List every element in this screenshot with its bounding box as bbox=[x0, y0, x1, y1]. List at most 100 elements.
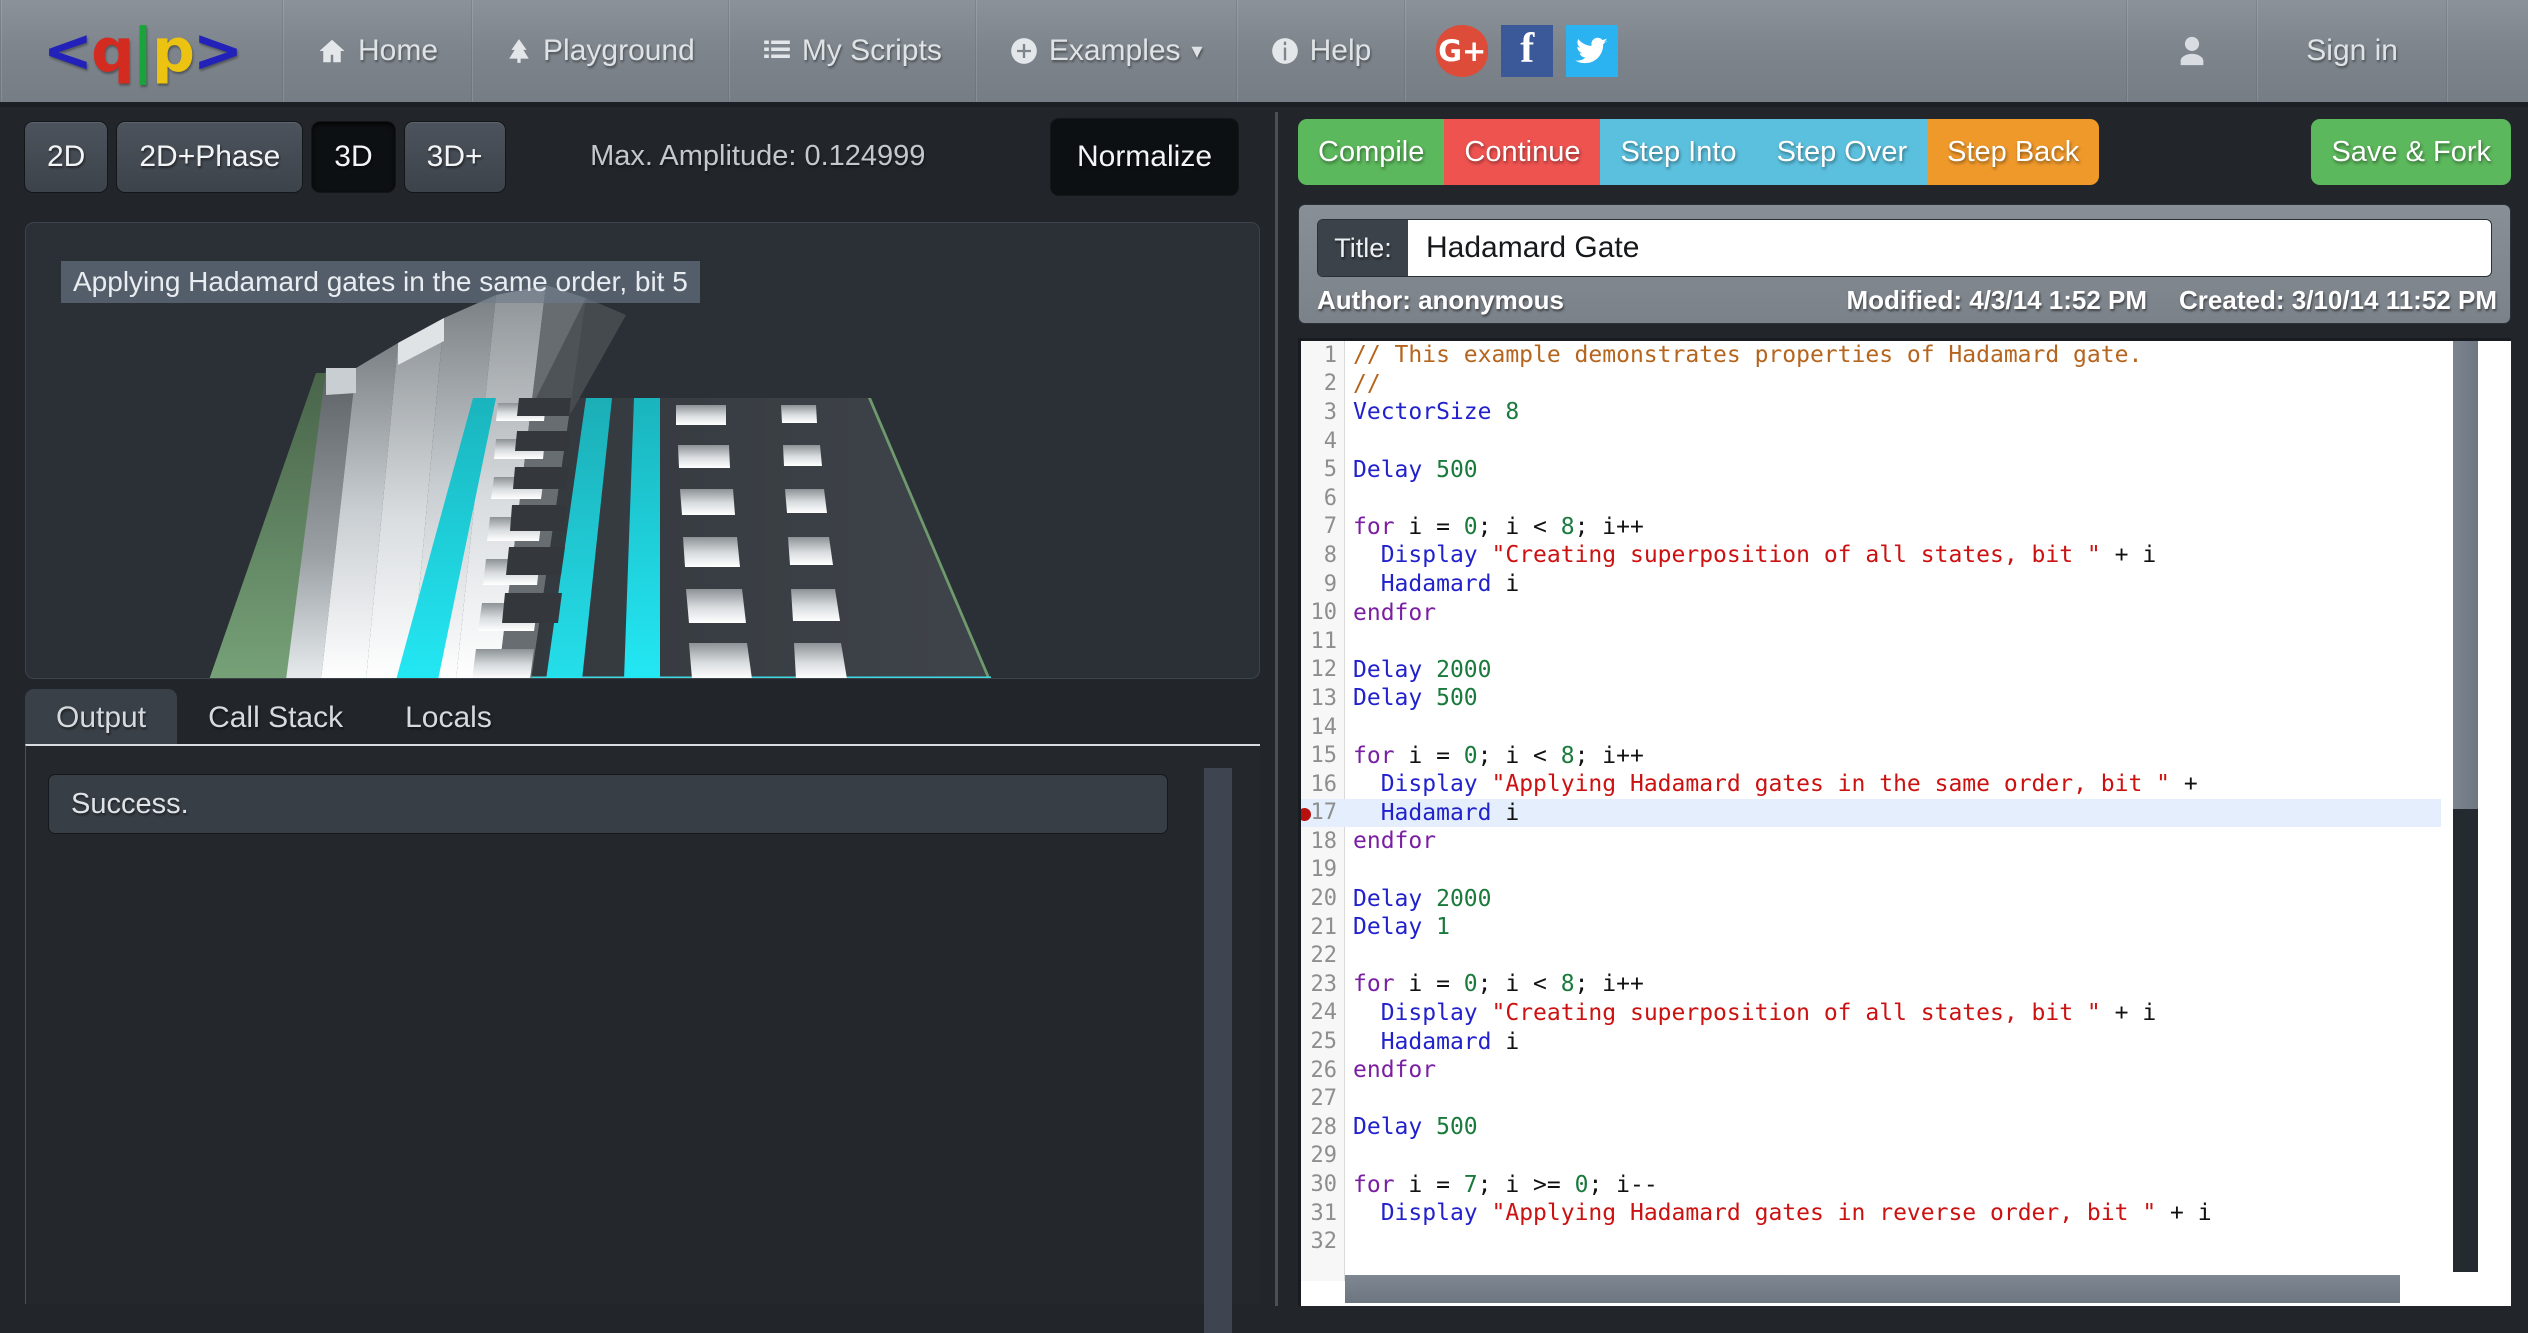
editor-vertical-scroll-thumb[interactable] bbox=[2453, 341, 2478, 809]
line-number[interactable]: 21 bbox=[1301, 915, 1345, 940]
code-line[interactable]: 4 bbox=[1301, 427, 2441, 456]
code-line[interactable]: 15 for i = 0; i < 8; i++ bbox=[1301, 741, 2441, 770]
line-number[interactable]: 1 bbox=[1301, 343, 1345, 368]
code-line[interactable]: 13 Delay 500 bbox=[1301, 684, 2441, 713]
step-into-button[interactable]: Step Into bbox=[1600, 119, 1757, 185]
quantum-state-viewport[interactable]: Applying Hadamard gates in the same orde… bbox=[25, 222, 1260, 679]
line-number[interactable]: 11 bbox=[1301, 629, 1345, 654]
editor-vertical-scrollbar[interactable] bbox=[2453, 341, 2478, 1281]
line-number[interactable]: 24 bbox=[1301, 1000, 1345, 1025]
output-scrollbar[interactable] bbox=[1204, 768, 1232, 1333]
line-number[interactable]: 3 bbox=[1301, 400, 1345, 425]
line-number[interactable]: 13 bbox=[1301, 686, 1345, 711]
code-line[interactable]: 19 bbox=[1301, 856, 2441, 885]
nav-label: My Scripts bbox=[801, 34, 942, 67]
line-number[interactable]: 8 bbox=[1301, 543, 1345, 568]
code-line[interactable]: 20 Delay 2000 bbox=[1301, 884, 2441, 913]
code-line[interactable]: 22 bbox=[1301, 941, 2441, 970]
code-line[interactable]: 7 for i = 0; i < 8; i++ bbox=[1301, 513, 2441, 542]
code-line[interactable]: 5 Delay 500 bbox=[1301, 455, 2441, 484]
code-lines[interactable]: 1 // This example demonstrates properties… bbox=[1301, 341, 2441, 1281]
facebook-icon[interactable]: f bbox=[1501, 25, 1554, 77]
code-line[interactable]: 17 Hadamard i bbox=[1301, 798, 2441, 828]
app-logo[interactable]: <q|p> bbox=[2, 0, 282, 102]
line-number[interactable]: 5 bbox=[1301, 457, 1345, 482]
editor-horizontal-scroll-thumb[interactable] bbox=[1345, 1275, 2400, 1303]
user-icon[interactable] bbox=[2128, 0, 2256, 102]
nav-item-help[interactable]: Help bbox=[1238, 0, 1405, 102]
line-number[interactable]: 26 bbox=[1301, 1058, 1345, 1083]
sign-in-button[interactable]: Sign in bbox=[2258, 0, 2446, 102]
nav-item-examples[interactable]: Examples ▾ bbox=[977, 0, 1236, 102]
code-line[interactable]: 21 Delay 1 bbox=[1301, 913, 2441, 942]
view-button-2d-phase[interactable]: 2D+Phase bbox=[116, 120, 304, 193]
tab-output[interactable]: Output bbox=[25, 689, 178, 748]
view-button-2d[interactable]: 2D bbox=[24, 120, 109, 193]
continue-button[interactable]: Continue bbox=[1444, 119, 1601, 185]
view-button-3d-plus[interactable]: 3D+ bbox=[403, 120, 506, 193]
normalize-button[interactable]: Normalize bbox=[1049, 117, 1239, 196]
code-line[interactable]: 18 endfor bbox=[1301, 827, 2441, 856]
code-line[interactable]: 31 Display "Applying Hadamard gates in r… bbox=[1301, 1199, 2441, 1228]
line-number[interactable]: 22 bbox=[1301, 943, 1345, 968]
line-number[interactable]: 30 bbox=[1301, 1172, 1345, 1197]
line-number[interactable]: 18 bbox=[1301, 829, 1345, 854]
code-line[interactable]: 26 endfor bbox=[1301, 1056, 2441, 1085]
twitter-icon[interactable] bbox=[1566, 25, 1619, 77]
line-number[interactable]: 29 bbox=[1301, 1143, 1345, 1168]
line-number[interactable]: 27 bbox=[1301, 1086, 1345, 1111]
line-number[interactable]: 10 bbox=[1301, 600, 1345, 625]
line-number[interactable]: 25 bbox=[1301, 1029, 1345, 1054]
line-number[interactable]: 32 bbox=[1301, 1229, 1345, 1254]
line-number[interactable]: 14 bbox=[1301, 715, 1345, 740]
code-token: "Creating superposition of all states, b… bbox=[1491, 999, 2101, 1026]
step-over-button[interactable]: Step Over bbox=[1756, 119, 1928, 185]
line-number[interactable]: 2 bbox=[1301, 371, 1345, 396]
code-line[interactable]: 14 bbox=[1301, 713, 2441, 742]
code-line[interactable]: 10 endfor bbox=[1301, 598, 2441, 627]
code-line[interactable]: 12 Delay 2000 bbox=[1301, 656, 2441, 685]
google-plus-icon[interactable]: G+ bbox=[1436, 25, 1489, 77]
line-number[interactable]: 19 bbox=[1301, 857, 1345, 882]
line-number[interactable]: 12 bbox=[1301, 657, 1345, 682]
code-line[interactable]: 24 Display "Creating superposition of al… bbox=[1301, 999, 2441, 1028]
code-line[interactable]: 11 bbox=[1301, 627, 2441, 656]
code-line[interactable]: 27 bbox=[1301, 1084, 2441, 1113]
code-editor[interactable]: 1 // This example demonstrates properties… bbox=[1298, 338, 2511, 1306]
code-line[interactable]: 32 bbox=[1301, 1227, 2441, 1256]
line-number[interactable]: 6 bbox=[1301, 486, 1345, 511]
code-line[interactable]: 28 Delay 500 bbox=[1301, 1113, 2441, 1142]
tab-call-stack[interactable]: Call Stack bbox=[177, 689, 374, 748]
code-line[interactable]: 3 VectorSize 8 bbox=[1301, 398, 2441, 427]
line-number[interactable]: 16 bbox=[1301, 772, 1345, 797]
line-number[interactable]: 15 bbox=[1301, 743, 1345, 768]
code-line[interactable]: 25 Hadamard i bbox=[1301, 1027, 2441, 1056]
line-number[interactable]: 20 bbox=[1301, 886, 1345, 911]
breakpoint-marker[interactable]: 17 bbox=[1301, 800, 1345, 825]
step-back-button[interactable]: Step Back bbox=[1927, 119, 2100, 185]
compile-button[interactable]: Compile bbox=[1298, 119, 1445, 185]
line-number[interactable]: 31 bbox=[1301, 1201, 1345, 1226]
code-line[interactable]: 16 Display "Applying Hadamard gates in t… bbox=[1301, 770, 2441, 799]
code-line[interactable]: 1 // This example demonstrates properties… bbox=[1301, 341, 2441, 370]
view-button-3d[interactable]: 3D bbox=[311, 120, 396, 193]
line-number[interactable]: 9 bbox=[1301, 572, 1345, 597]
code-line[interactable]: 30 for i = 7; i >= 0; i-- bbox=[1301, 1170, 2441, 1199]
code-line[interactable]: 23 for i = 0; i < 8; i++ bbox=[1301, 970, 2441, 999]
code-line[interactable]: 6 bbox=[1301, 484, 2441, 513]
nav-item-playground[interactable]: Playground bbox=[473, 0, 728, 102]
code-line[interactable]: 8 Display "Creating superposition of all… bbox=[1301, 541, 2441, 570]
nav-item-my-scripts[interactable]: My Scripts bbox=[730, 0, 975, 102]
code-line[interactable]: 29 bbox=[1301, 1142, 2441, 1171]
line-number[interactable]: 4 bbox=[1301, 429, 1345, 454]
tab-locals[interactable]: Locals bbox=[374, 689, 523, 748]
code-line[interactable]: 9 Hadamard i bbox=[1301, 570, 2441, 599]
line-number[interactable]: 28 bbox=[1301, 1115, 1345, 1140]
save-fork-button[interactable]: Save & Fork bbox=[2311, 119, 2511, 185]
line-number[interactable]: 23 bbox=[1301, 972, 1345, 997]
nav-item-home[interactable]: Home bbox=[284, 0, 471, 102]
title-input[interactable] bbox=[1408, 220, 2491, 276]
line-number[interactable]: 7 bbox=[1301, 514, 1345, 539]
editor-horizontal-scrollbar[interactable] bbox=[1345, 1272, 2443, 1306]
code-line[interactable]: 2 // bbox=[1301, 370, 2441, 399]
